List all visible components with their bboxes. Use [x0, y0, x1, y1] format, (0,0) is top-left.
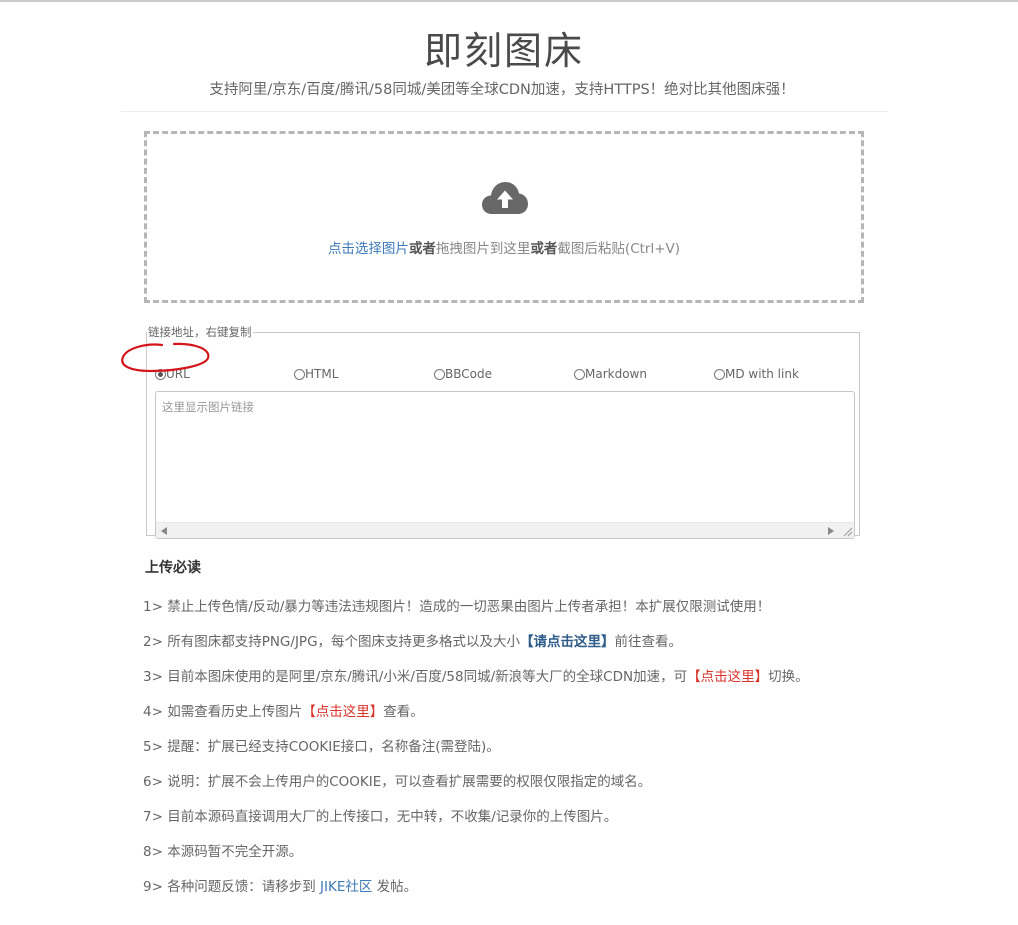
rule-8: 8> 本源码暂不完全开源。 [143, 844, 303, 860]
link-output-group: 链接地址，右键复制 URL HTML BBCode Markdown MD wi… [146, 325, 860, 539]
format-radio-html[interactable]: HTML [294, 367, 338, 381]
format-label: MD with link [725, 367, 799, 381]
header-divider [121, 111, 888, 112]
history-link[interactable]: 【点击这里】 [302, 704, 383, 720]
link-group-legend: 链接地址，右键复制 [148, 325, 252, 339]
upload-dropzone[interactable]: 点击选择图片或者拖拽图片到这里或者截图后粘贴(Ctrl+V) [144, 131, 864, 303]
format-label: Markdown [585, 367, 647, 381]
scroll-left-arrow-icon[interactable] [161, 527, 167, 535]
switch-cdn-link[interactable]: 【点击这里】 [687, 669, 768, 685]
jike-community-link[interactable]: JIKE社区 [320, 879, 372, 895]
rule-1: 1> 禁止上传色情/反动/暴力等违法违规图片！造成的一切恶果由图片上传者承担！本… [143, 599, 771, 615]
format-label: URL [166, 367, 190, 381]
or-text: 或者 [530, 241, 558, 257]
rule-text: 4> 如需查看历史上传图片 [143, 704, 303, 720]
rule-5: 5> 提醒：扩展已经支持COOKIE接口，名称备注(需登陆)。 [143, 739, 500, 755]
radio-bbcode[interactable] [434, 368, 445, 380]
rule-text: 切换。 [768, 669, 809, 685]
rule-9: 9> 各种问题反馈：请移步到 JIKE社区 发帖。 [143, 875, 417, 895]
paste-text: 截图后粘贴(Ctrl+V) [557, 241, 681, 257]
rule-text: 前往查看。 [614, 634, 683, 650]
drag-text: 拖拽图片到这里 [435, 241, 531, 257]
link-output-textarea[interactable]: 这里显示图片链接 [155, 391, 855, 539]
rule-6: 6> 说明：扩展不会上传用户的COOKIE，可以查看扩展需要的权限仅限指定的域名… [143, 774, 652, 790]
radio-markdown[interactable] [574, 368, 585, 380]
rule-4: 4> 如需查看历史上传图片【点击这里】查看。 [143, 700, 424, 720]
format-radio-md-with-link[interactable]: MD with link [714, 367, 799, 381]
select-image-link[interactable]: 点击选择图片 [328, 241, 409, 257]
link-output-placeholder: 这里显示图片链接 [162, 400, 254, 414]
rule-text: 发帖。 [376, 879, 418, 895]
scroll-right-arrow-icon[interactable] [828, 527, 834, 535]
rule-text: 3> 目前本图床使用的是阿里/京东/腾讯/小米/百度/58同城/新浪等大厂的全球… [143, 669, 688, 685]
formats-link[interactable]: 【请点击这里】 [520, 634, 615, 650]
format-label: BBCode [445, 367, 492, 381]
resize-grip-icon[interactable] [841, 525, 853, 537]
rule-3: 3> 目前本图床使用的是阿里/京东/腾讯/小米/百度/58同城/新浪等大厂的全球… [143, 665, 809, 685]
format-label: HTML [305, 367, 339, 381]
radio-url[interactable] [155, 368, 166, 380]
horizontal-scrollbar[interactable] [156, 522, 854, 538]
format-radio-bbcode[interactable]: BBCode [434, 367, 492, 381]
rule-7: 7> 目前本源码直接调用大厂的上传接口，无中转，不收集/记录你的上传图片。 [143, 809, 618, 825]
cloud-upload-icon [482, 182, 528, 214]
top-border [0, 0, 1018, 2]
dropzone-instructions: 点击选择图片或者拖拽图片到这里或者截图后粘贴(Ctrl+V) [147, 237, 861, 257]
rule-2: 2> 所有图床都支持PNG/JPG，每个图床支持更多格式以及大小【请点击这里】前… [143, 630, 682, 650]
notice-title: 上传必读 [145, 560, 201, 576]
radio-md-with-link[interactable] [714, 368, 725, 380]
rule-text: 2> 所有图床都支持PNG/JPG，每个图床支持更多格式以及大小 [143, 634, 521, 650]
page-title: 即刻图床 [423, 29, 584, 73]
rule-text: 查看。 [383, 704, 424, 720]
page-subtitle: 支持阿里/京东/百度/腾讯/58同城/美团等全球CDN加速，支持HTTPS！绝对… [209, 82, 795, 98]
format-radio-markdown[interactable]: Markdown [574, 367, 647, 381]
or-text: 或者 [408, 241, 436, 257]
format-radio-url[interactable]: URL [155, 367, 190, 381]
rule-text: 9> 各种问题反馈：请移步到 [143, 879, 316, 895]
radio-html[interactable] [294, 368, 305, 380]
